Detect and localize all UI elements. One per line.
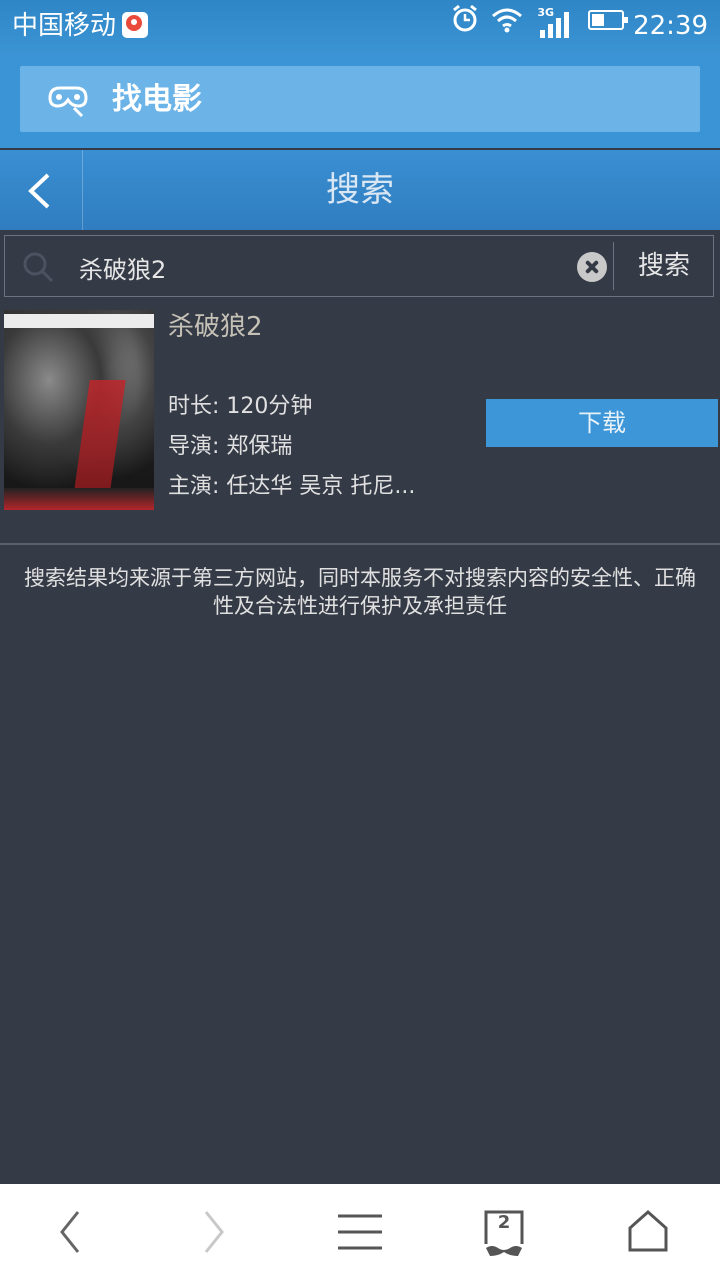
nav-forward-button[interactable] [144, 1184, 288, 1280]
movie-title[interactable]: 杀破狼2 [168, 310, 263, 344]
menu-icon [338, 1214, 382, 1250]
movie-poster[interactable] [4, 310, 154, 510]
page-header: 搜索 [0, 150, 720, 230]
status-bar: 中国移动 3G 22:39 [0, 0, 720, 52]
forward-icon [204, 1211, 224, 1253]
movie-cast: 主演: 任达华 吴京 托尼... [168, 474, 416, 499]
movie-duration: 时长: 120分钟 [168, 394, 313, 419]
carrier-app-icon [122, 12, 148, 38]
wifi-icon [492, 8, 522, 33]
carrier-name: 中国移动 [12, 11, 117, 41]
bottom-nav: 2 [0, 1184, 720, 1280]
tab-count: 2 [497, 1212, 511, 1233]
signal-icon [540, 10, 570, 38]
disclaimer-text: 搜索结果均来源于第三方网站，同时本服务不对搜索内容的安全性、正确性及合法性进行保… [24, 566, 696, 618]
movie-director: 导演: 郑保瑞 [168, 434, 293, 459]
browser-toolbar: 找电影 [0, 52, 720, 148]
nav-menu-button[interactable] [288, 1184, 432, 1280]
home-icon [628, 1210, 668, 1252]
clock: 22:39 [633, 11, 708, 41]
battery-icon [588, 10, 628, 30]
divider [0, 543, 720, 545]
search-icon [23, 252, 54, 283]
url-bar[interactable]: 找电影 [20, 66, 700, 132]
page-title: 搜索 [326, 170, 394, 210]
nav-tabs-button[interactable]: 2 [432, 1184, 576, 1280]
search-button[interactable]: 搜索 [614, 236, 714, 296]
search-input[interactable] [77, 244, 571, 290]
back-button[interactable] [0, 150, 83, 230]
download-button[interactable]: 下载 [486, 399, 718, 447]
search-bar: 搜索 [4, 235, 714, 297]
movie-mask-icon [48, 86, 88, 118]
nav-back-button[interactable] [0, 1184, 144, 1280]
clear-icon[interactable] [577, 252, 607, 282]
url-title: 找电影 [112, 82, 202, 117]
back-icon [60, 1211, 80, 1253]
alarm-icon [453, 4, 477, 32]
chevron-left-icon [28, 173, 50, 209]
result-item[interactable]: 杀破狼2 时长: 120分钟 导演: 郑保瑞 主演: 任达华 吴京 托尼... … [0, 300, 720, 540]
nav-home-button[interactable] [576, 1184, 720, 1280]
